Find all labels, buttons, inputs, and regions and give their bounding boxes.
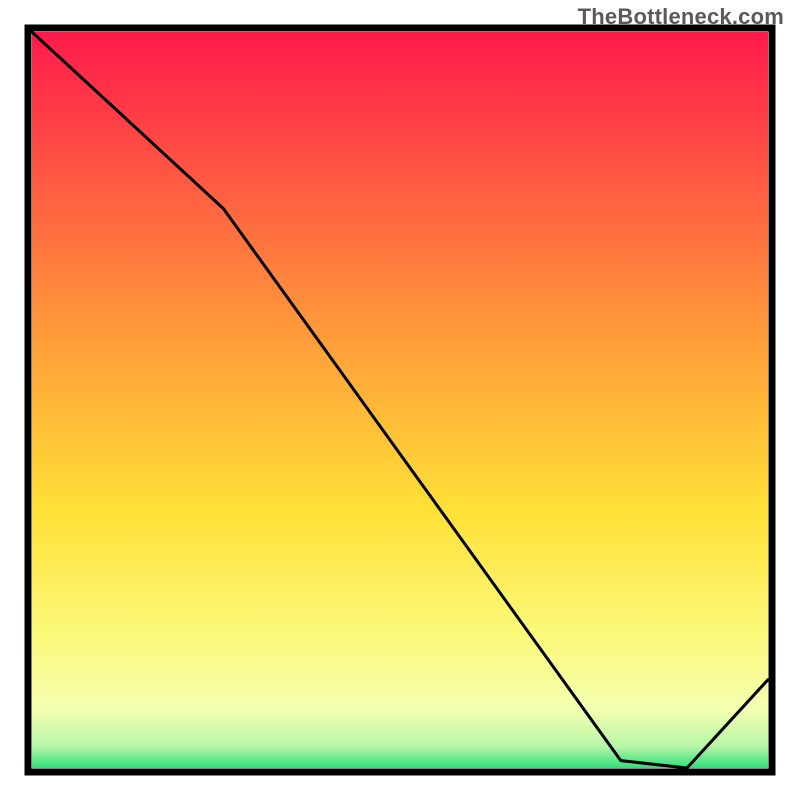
chart-background bbox=[32, 32, 768, 768]
chart-container: TheBottleneck.com bbox=[0, 0, 800, 800]
chart-svg bbox=[0, 0, 800, 800]
